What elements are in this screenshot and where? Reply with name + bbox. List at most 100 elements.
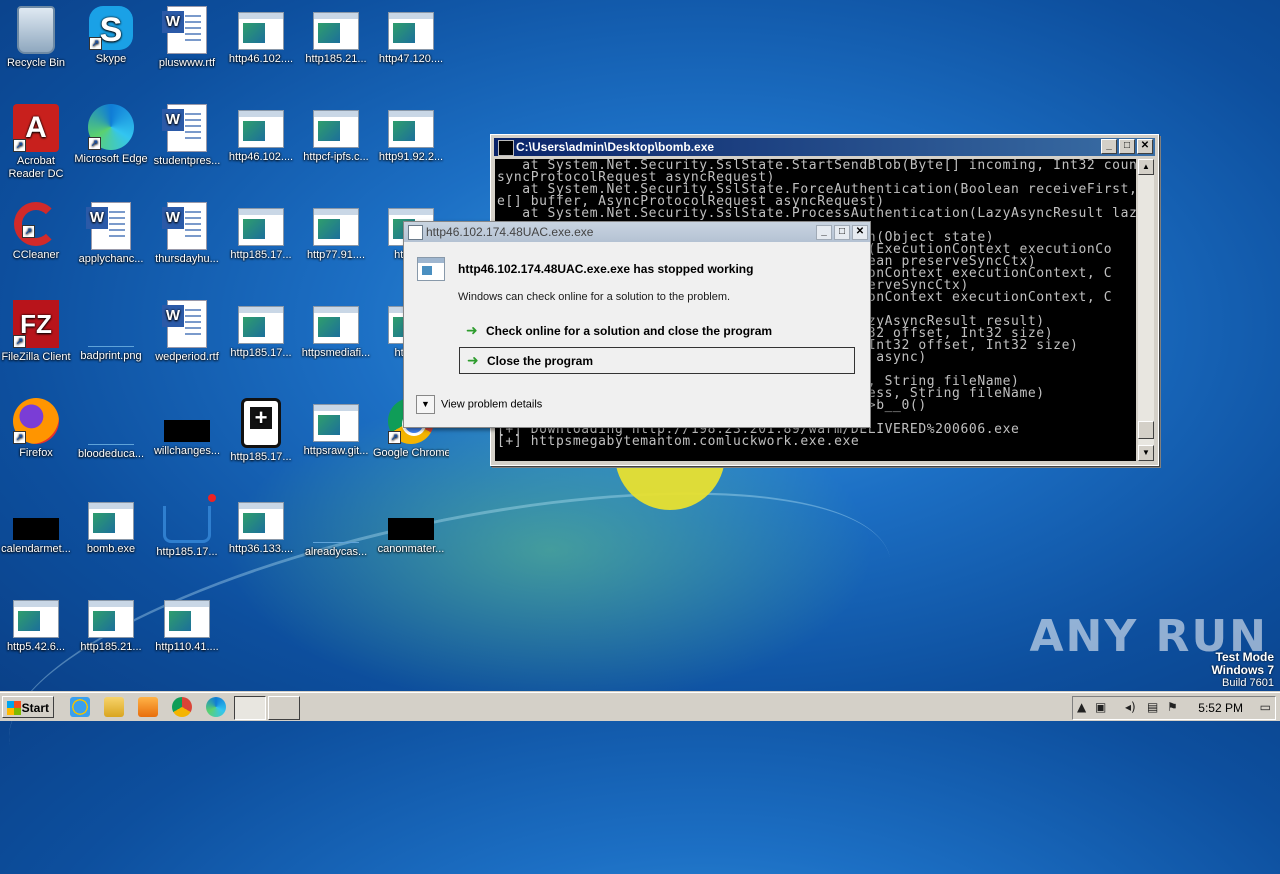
dialog-maximize-button[interactable]: □ — [834, 225, 850, 240]
desktop-icon[interactable]: http36.133.... — [223, 496, 299, 556]
desktop-icon[interactable]: pluswww.rtf — [149, 6, 225, 70]
desktop-icon[interactable]: http110.41.... — [149, 594, 225, 654]
edge-icon: ↗ — [88, 104, 134, 150]
desktop-icon[interactable]: studentpres... — [149, 104, 225, 168]
desktop-icon[interactable]: ↗ Microsoft Edge — [73, 104, 149, 166]
taskbar-error-button[interactable] — [268, 696, 300, 720]
desktop-icon-label: calendarmet... — [1, 543, 71, 555]
desktop-icon[interactable]: http5.42.6... — [0, 594, 74, 654]
dialog-close-button[interactable]: ✕ — [852, 225, 868, 240]
action-center-icon[interactable]: ▣ — [1095, 700, 1106, 714]
desktop-icon[interactable]: badprint.png — [73, 300, 149, 363]
ie-icon[interactable] — [70, 697, 90, 717]
exe-window-icon — [313, 208, 359, 246]
console-scrollbar[interactable]: ▲ ▼ — [1138, 159, 1154, 461]
desktop-icon-label: http185.21... — [305, 53, 367, 65]
desktop-icon-label: Recycle Bin — [6, 57, 66, 69]
exe-window-icon — [13, 600, 59, 638]
desktop-icon[interactable]: wedperiod.rtf — [149, 300, 225, 364]
desktop-icon[interactable]: httpcf-ipfs.c... — [298, 104, 374, 164]
image-file-icon — [88, 398, 134, 445]
word-doc-icon — [162, 6, 207, 54]
desktop-icon[interactable]: ↗ CCleaner — [0, 202, 74, 262]
desktop-icon[interactable]: thursdayhu... — [149, 202, 225, 266]
desktop-icon[interactable]: S ↗ Skype — [73, 6, 149, 66]
desktop-icon[interactable]: bloodeduca... — [73, 398, 149, 461]
desktop-icon[interactable]: canonmater... — [373, 496, 449, 556]
check-online-option[interactable]: ➜ Check online for a solution and close … — [459, 318, 855, 345]
desktop-icon[interactable]: willchanges... — [149, 398, 225, 458]
desktop-icon-label: canonmater... — [377, 543, 445, 555]
exe-window-icon — [388, 12, 434, 50]
desktop-icon[interactable]: httpsraw.git... — [298, 398, 374, 458]
desktop-icon[interactable]: A ↗ Acrobat Reader DC — [0, 104, 74, 181]
close-program-option[interactable]: ➜ Close the program — [459, 347, 855, 374]
desktop-icon-label: thursdayhu... — [155, 253, 219, 265]
shortcut-arrow-icon: ↗ — [388, 431, 401, 444]
desktop-icon[interactable]: applychanc... — [73, 202, 149, 266]
edge-icon[interactable] — [206, 697, 226, 717]
system-tray: ▲ ▣ ◂) ▤ ⚑ 5:52 PM ▭ — [1072, 696, 1276, 720]
chrome-icon[interactable] — [172, 697, 192, 717]
green-arrow-icon: ➜ — [466, 323, 478, 339]
desktop-icon-label: studentpres... — [153, 155, 221, 167]
clock[interactable]: 5:52 PM — [1198, 701, 1243, 715]
desktop-icon[interactable]: http46.102.... — [223, 6, 299, 66]
desktop-icon[interactable]: http185.17... — [149, 494, 225, 559]
exe-window-icon — [313, 404, 359, 442]
green-arrow-icon: ➜ — [467, 353, 479, 369]
dialog-message: Windows can check online for a solution … — [458, 291, 731, 303]
desktop-icon-label: Firefox — [19, 447, 53, 459]
desktop-icon[interactable]: http185.17... — [223, 398, 299, 464]
desktop-icon[interactable]: Recycle Bin — [0, 6, 74, 70]
word-doc-icon — [162, 202, 207, 250]
desktop-icon[interactable]: alreadycas... — [298, 496, 374, 559]
filezilla-icon: FZ ↗ — [13, 300, 59, 348]
dialog-app-icon — [408, 225, 423, 240]
desktop-icon[interactable]: http185.21... — [73, 594, 149, 654]
desktop-icon-label: applychanc... — [78, 253, 144, 265]
minimize-button[interactable]: _ — [1101, 139, 1117, 154]
desktop-icon[interactable]: FZ ↗ FileZilla Client — [0, 300, 74, 364]
flag-icon[interactable]: ⚑ — [1167, 700, 1178, 714]
show-desktop-icon[interactable]: ▭ — [1260, 700, 1271, 714]
exe-window-icon — [313, 110, 359, 148]
console-title-bar[interactable]: C:\Users\admin\Desktop\bomb.exe _ □ ✕ — [494, 138, 1155, 156]
chevron-down-icon[interactable]: ▼ — [416, 395, 435, 414]
desktop-icon[interactable]: calendarmet... — [0, 496, 74, 556]
scroll-up-button[interactable]: ▲ — [1138, 159, 1154, 175]
start-button[interactable]: Start — [2, 696, 54, 718]
desktop-icon-label: willchanges... — [153, 445, 221, 457]
desktop-icon[interactable]: http91.92.2... — [373, 104, 449, 164]
desktop-icon[interactable]: http185.21... — [298, 6, 374, 66]
desktop-icon[interactable]: httpsmediafi... — [298, 300, 374, 360]
exe-window-icon — [88, 600, 134, 638]
taskbar-console-button[interactable] — [234, 696, 266, 720]
desktop-icon-label: Microsoft Edge — [74, 153, 148, 165]
desktop-icon-label: FileZilla Client — [1, 351, 71, 363]
dialog-minimize-button[interactable]: _ — [816, 225, 832, 240]
desktop-icon[interactable]: http77.91.... — [298, 202, 374, 262]
explorer-icon[interactable] — [104, 697, 124, 717]
view-details-toggle[interactable]: ▼ View problem details — [416, 395, 542, 414]
close-button[interactable]: ✕ — [1137, 139, 1153, 154]
view-details-label: View problem details — [441, 398, 543, 411]
show-hidden-icon[interactable]: ▲ — [1077, 700, 1086, 714]
media-player-icon[interactable] — [138, 697, 158, 717]
network-icon[interactable]: ▤ — [1147, 700, 1158, 714]
desktop-icon[interactable]: http46.102.... — [223, 104, 299, 164]
volume-icon[interactable]: ◂) — [1125, 700, 1136, 714]
desktop-icon[interactable]: bomb.exe — [73, 496, 149, 556]
desktop-icon[interactable]: http185.17... — [223, 300, 299, 360]
desktop-icon[interactable]: http47.120.... — [373, 6, 449, 66]
scroll-down-button[interactable]: ▼ — [1138, 445, 1154, 461]
dialog-title-bar[interactable]: http46.102.174.48UAC.exe.exe _ □ ✕ — [404, 222, 870, 242]
error-dialog[interactable]: http46.102.174.48UAC.exe.exe _ □ ✕ http46.… — [403, 221, 871, 428]
desktop-icon[interactable]: ↗ Firefox — [0, 398, 74, 460]
desktop-icon-label: httpsraw.git... — [303, 445, 369, 457]
exe-window-icon — [388, 110, 434, 148]
exe-window-icon — [164, 600, 210, 638]
scroll-thumb[interactable] — [1138, 421, 1154, 439]
desktop-icon[interactable]: http185.17... — [223, 202, 299, 262]
maximize-button[interactable]: □ — [1119, 139, 1135, 154]
